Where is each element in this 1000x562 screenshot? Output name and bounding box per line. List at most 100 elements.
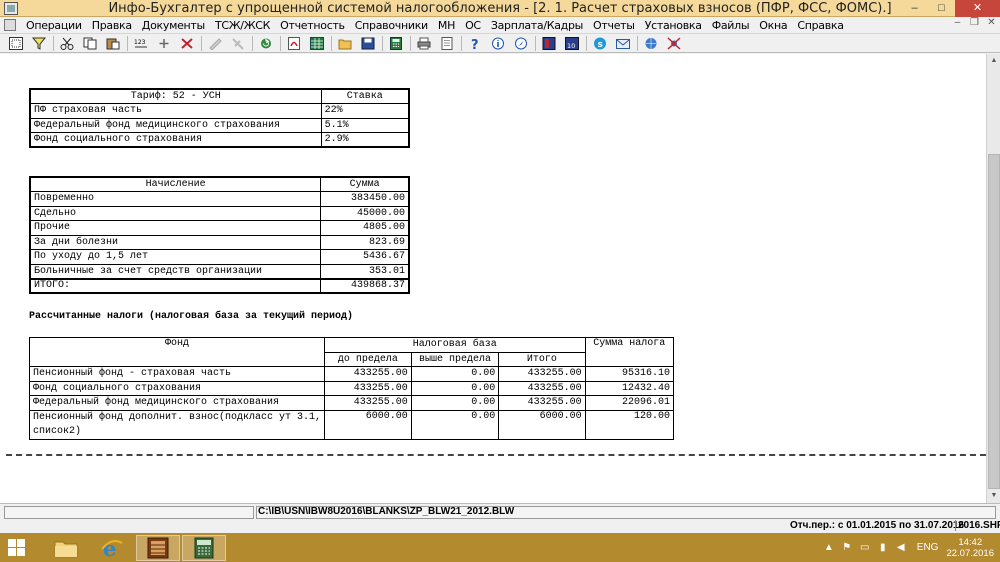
child-minimize-button[interactable]: ‒ [949, 17, 966, 28]
open-folder-icon[interactable] [335, 35, 354, 52]
delete-icon[interactable] [177, 35, 196, 52]
menu-setup[interactable]: Установка [640, 19, 707, 32]
clock-date: 22.07.2016 [946, 547, 994, 559]
menu-windows[interactable]: Окна [754, 19, 792, 32]
table-row: Больничные за счет средств организации 3… [29, 263, 410, 279]
calendar-icon[interactable]: 10 [562, 35, 581, 52]
toolbar-separator [637, 35, 638, 51]
calculator-icon[interactable] [386, 35, 405, 52]
table-cell: 12432.40 [584, 380, 675, 396]
table-header-row: Фонд Налоговая база Сумма налога [28, 337, 675, 367]
menu-operations[interactable]: Операции [21, 19, 87, 32]
table-cell: 120.00 [584, 409, 675, 440]
child-restore-button[interactable]: ❐ [966, 17, 983, 28]
vertical-scrollbar[interactable]: ▲ ▼ [986, 54, 1000, 503]
table-cell: 0.00 [410, 395, 500, 411]
table-header: Сумма [320, 176, 410, 192]
filter-icon[interactable] [29, 35, 48, 52]
preview-icon[interactable] [437, 35, 456, 52]
start-button[interactable] [8, 539, 26, 557]
menu-tszh[interactable]: ТСЖ/ЖСК [210, 19, 275, 32]
select-all-icon[interactable] [6, 35, 25, 52]
flag-icon[interactable]: ⚑ [839, 542, 855, 553]
svg-text:123: 123 [134, 39, 146, 46]
show-hidden-icon[interactable]: ▲ [821, 542, 837, 553]
input-language[interactable]: ENG [917, 542, 939, 553]
table-cell: 353.01 [320, 263, 410, 279]
table-cell: 433255.00 [324, 380, 412, 396]
table-row: Фонд социального страхования 433255.00 0… [28, 380, 675, 396]
print-icon[interactable] [414, 35, 433, 52]
network-icon[interactable] [664, 35, 683, 52]
table-cell: 0.00 [410, 380, 500, 396]
menu-mn[interactable]: МН [433, 19, 460, 32]
table-cell: 6000.00 [498, 409, 586, 440]
svg-text:s: s [597, 40, 602, 50]
copy-icon[interactable] [80, 35, 99, 52]
file-explorer-icon[interactable] [44, 535, 88, 561]
table-header-row: Тариф: 52 - УСН Ставка [29, 88, 410, 104]
scroll-down-icon[interactable]: ▼ [987, 489, 1000, 503]
monitor-icon[interactable]: ▭ [857, 542, 873, 553]
skype-icon[interactable]: s [590, 35, 609, 52]
menu-reporting[interactable]: Отчетность [275, 19, 350, 32]
numbering-icon[interactable]: 123 [131, 35, 150, 52]
page-break-line [6, 454, 986, 456]
menu-help[interactable]: Справка [792, 19, 848, 32]
web-icon[interactable] [641, 35, 660, 52]
paste-icon[interactable] [103, 35, 122, 52]
calculator-app-icon[interactable] [182, 535, 226, 561]
table-cell: Фонд социального страхования [29, 132, 322, 148]
minimize-button[interactable]: ‒ [901, 0, 928, 17]
pdf-icon[interactable] [284, 35, 303, 52]
menu-reports[interactable]: Отчеты [588, 19, 640, 32]
mail-icon[interactable] [613, 35, 632, 52]
table-row: По уходу до 1,5 лет 5436.67 [29, 249, 410, 265]
scroll-thumb[interactable] [988, 154, 1000, 489]
disabled-pen-icon[interactable] [205, 35, 224, 52]
table-cell: Пенсионный фонд дополнит. взнос(подкласс… [28, 409, 326, 440]
compass-icon[interactable] [511, 35, 530, 52]
child-close-button[interactable]: ✕ [983, 17, 1000, 28]
menu-payroll[interactable]: Зарплата/Кадры [486, 19, 588, 32]
menu-os[interactable]: ОС [460, 19, 486, 32]
total-row: ИТОГО: 439868.37 [29, 278, 410, 294]
cut-icon[interactable] [57, 35, 76, 52]
table-row: Федеральный фонд медицинского страховани… [28, 395, 675, 411]
volume-icon[interactable]: ◀ [893, 542, 909, 553]
maximize-button[interactable]: □ [928, 0, 955, 17]
fund-name-line: Пенсионный фонд дополнит. взнос(подкласс… [33, 411, 322, 423]
book-icon[interactable] [539, 35, 558, 52]
clock[interactable]: 14:42 22.07.2016 [946, 537, 994, 559]
menu-bar: Операции Правка Документы ТСЖ/ЖСК Отчетн… [0, 17, 1000, 33]
abacus-app-icon[interactable] [136, 535, 180, 561]
add-icon[interactable] [154, 35, 173, 52]
table-cell: Фонд социального страхования [28, 380, 326, 396]
disabled-tool-icon[interactable] [228, 35, 247, 52]
table-cell: 823.69 [320, 234, 410, 250]
total-value: 439868.37 [320, 278, 410, 294]
internet-explorer-icon[interactable]: e [90, 535, 134, 561]
save-icon[interactable] [358, 35, 377, 52]
scroll-up-icon[interactable]: ▲ [987, 54, 1000, 68]
toolbar-separator [252, 35, 253, 51]
table-row: Фонд социального страхования 2.9% [29, 132, 410, 148]
info-icon[interactable] [488, 35, 507, 52]
excel-icon[interactable] [307, 35, 326, 52]
file-path: C:\IB\USN\IBW8U2016\BLANKS\ZP_BLW21_2012… [258, 506, 515, 517]
menu-edit[interactable]: Правка [87, 19, 137, 32]
close-button[interactable]: ✕ [955, 0, 1000, 17]
network-icon[interactable]: ▮ [875, 542, 891, 553]
menu-files[interactable]: Файлы [707, 19, 755, 32]
system-tray: ▲ ⚑ ▭ ▮ ◀ ENG 14:42 22.07.2016 [821, 533, 1000, 562]
refresh-icon[interactable] [256, 35, 275, 52]
menu-references[interactable]: Справочники [350, 19, 433, 32]
accruals-table: Начисление Сумма Повременно 383450.00 Сд… [29, 176, 410, 294]
toolbar-separator [127, 35, 128, 51]
menu-documents[interactable]: Документы [137, 19, 210, 32]
table-row: Прочие 4805.00 [29, 220, 410, 236]
taxes-table: Фонд Налоговая база Сумма налога до пред… [28, 337, 675, 440]
toolbar-separator [201, 35, 202, 51]
help-icon[interactable]: ? [465, 35, 484, 52]
document-system-icon[interactable] [4, 19, 16, 31]
